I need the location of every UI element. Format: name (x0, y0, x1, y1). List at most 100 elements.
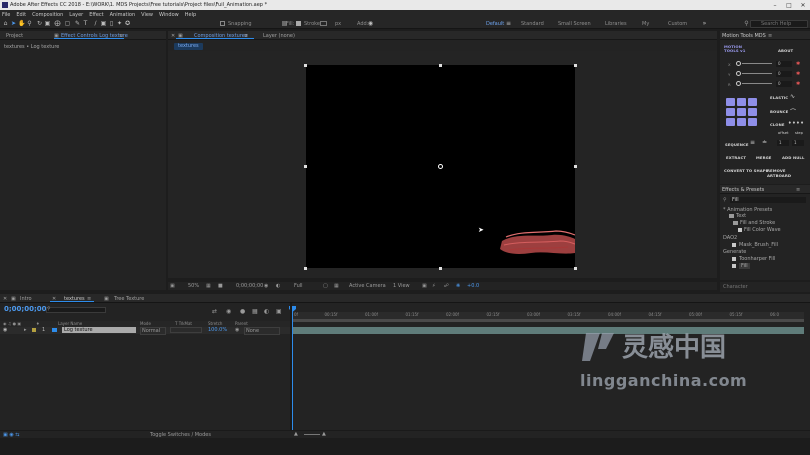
viewer-timecode[interactable]: 0;00;00;00 (236, 283, 263, 289)
motion-tools-tab-title[interactable]: Motion Tools MDS (722, 33, 766, 39)
workspace-my[interactable]: My (642, 21, 649, 27)
tab-layer[interactable]: Layer (none) (263, 33, 295, 39)
sequence-stairs-icon[interactable]: ≡ (750, 139, 755, 146)
anchor-grid-tc[interactable] (737, 98, 746, 106)
column-trkmat[interactable]: T TrkMat (175, 321, 192, 326)
zoom-out-icon[interactable]: ▲ (294, 431, 298, 437)
convert-to-shape-button[interactable]: CONVERT TO SHAPE (724, 168, 768, 173)
transform-handle-tl[interactable] (304, 64, 307, 67)
tree-item-dao2[interactable]: DAO2 (723, 235, 737, 241)
r-slider-knob[interactable] (736, 81, 741, 86)
menu-item-view[interactable]: View (141, 12, 153, 18)
motion-blur-icon[interactable]: ◐ (264, 308, 269, 315)
workspace-default[interactable]: Default (486, 21, 504, 27)
layer-name[interactable]: Log texture (62, 327, 136, 333)
elastic-button[interactable]: ELASTIC (770, 95, 788, 100)
menu-item-composition[interactable]: Composition (32, 12, 63, 18)
add-null-button[interactable]: ADD NULL (782, 155, 804, 160)
workspace-menu-icon[interactable]: ≡ (505, 20, 512, 27)
channel-icon[interactable]: ◐ (276, 283, 280, 289)
layer-stretch-value[interactable]: 100.0% (208, 327, 227, 333)
layer-row[interactable]: ◉ ▸ 1 Log texture Normal 100.0% ◉ None (0, 327, 290, 335)
rectangle-tool-icon[interactable]: ▢ (64, 20, 71, 27)
fast-preview-icon[interactable]: ⚡ (432, 283, 436, 289)
tab-project[interactable]: Project (6, 33, 23, 39)
eraser-tool-icon[interactable]: ▯ (108, 20, 115, 27)
transform-handle-bc[interactable] (439, 267, 442, 270)
add-menu-icon[interactable]: ◉ (367, 20, 374, 27)
anchor-grid-mr[interactable] (748, 108, 757, 116)
views-dropdown[interactable]: 1 View (393, 283, 410, 289)
anchor-grid-tr[interactable] (748, 98, 757, 106)
tree-item-generate[interactable]: Generate (723, 249, 746, 255)
step-value-field[interactable]: 1 (792, 140, 804, 146)
close-icon[interactable]: ✕ (796, 0, 810, 10)
pen-tool-icon[interactable]: ✎ (74, 20, 81, 27)
search-help-input[interactable]: Search Help (750, 20, 808, 28)
resolution-dropdown[interactable]: Full (294, 283, 303, 289)
composition-close-icon[interactable]: ✕ (171, 33, 175, 39)
flowchart-icon[interactable]: ☍ (444, 283, 449, 289)
layer-expand-icon[interactable]: ▸ (24, 327, 27, 333)
clone-button[interactable]: CLONE (770, 122, 785, 127)
character-tab[interactable]: Character (723, 284, 748, 290)
transform-handle-tr[interactable] (574, 64, 577, 67)
menu-item-layer[interactable]: Layer (69, 12, 83, 18)
effects-presets-title[interactable]: Effects & Presets (722, 187, 764, 193)
bounce-button[interactable]: BOUNCE (770, 109, 788, 114)
tree-item-mask-brush-fill[interactable]: Mask_Brush_Fill (739, 242, 778, 248)
sequence-reverse-icon[interactable]: ≐ (762, 139, 767, 146)
home-icon[interactable]: ⌂ (2, 20, 9, 27)
motion-tools-menu-icon[interactable]: ≡ (768, 33, 772, 39)
y-reset-icon[interactable]: ✱ (796, 71, 800, 77)
workspace-standard[interactable]: Standard (521, 21, 544, 27)
x-slider-knob[interactable] (736, 61, 741, 66)
maximize-icon[interactable]: □ (782, 0, 796, 10)
fill-value-swatch[interactable] (296, 21, 301, 26)
x-value-field[interactable]: 0 (776, 61, 792, 67)
column-layer-name[interactable]: Layer Name (58, 321, 82, 326)
draft-3d-icon[interactable]: ◉ (226, 308, 231, 315)
column-parent[interactable]: Parent (235, 321, 248, 326)
current-time-indicator[interactable] (292, 308, 293, 434)
parent-pickwhip-icon[interactable]: ◉ (235, 327, 239, 333)
tree-item-fill-and-stroke[interactable]: Fill and Stroke (740, 220, 775, 226)
about-button[interactable]: ABOUT (778, 48, 793, 53)
y-slider-knob[interactable] (736, 71, 741, 76)
time-ruler[interactable]: 0f 00:15f 01:00f 01:15f 02:00f 02:15f 03:00f 03… (292, 312, 804, 319)
anchor-grid-ml[interactable] (726, 108, 735, 116)
graph-editor-icon[interactable]: ▣ (276, 308, 282, 315)
clone-stamp-tool-icon[interactable]: ▣ (100, 20, 107, 27)
shy-layers-icon[interactable]: ● (240, 308, 245, 315)
minimize-icon[interactable]: – (768, 0, 782, 10)
tab-tree-texture[interactable]: Tree Texture (114, 296, 144, 302)
offset-value-field[interactable]: 1 (777, 140, 789, 146)
rotate-tool-icon[interactable]: ↻ (36, 20, 43, 27)
video-visibility-icon[interactable]: ◉ (3, 327, 7, 333)
sequence-button[interactable]: SEQUENCE (725, 142, 749, 147)
snapshot-icon[interactable]: ◉ (264, 283, 268, 289)
anchor-grid-br[interactable] (748, 118, 757, 126)
timeline-timecode[interactable]: 0;00;00;00 (4, 305, 47, 313)
brush-tool-icon[interactable]: ∕ (92, 20, 99, 27)
transform-handle-tc[interactable] (439, 64, 442, 67)
layer-mode-dropdown[interactable]: Normal (140, 327, 166, 335)
menu-item-file[interactable]: File (2, 12, 10, 18)
workspace-small-screen[interactable]: Small Screen (558, 21, 591, 27)
effects-menu-icon[interactable]: ≡ (796, 187, 800, 193)
snapping-checkbox[interactable] (220, 21, 225, 26)
layer-label-swatch[interactable] (32, 328, 36, 332)
exposure-value[interactable]: +0.0 (467, 283, 479, 289)
tree-item-fill[interactable]: Fill (739, 263, 750, 269)
camera-dropdown[interactable]: Active Camera (349, 283, 386, 289)
zoom-tool-icon[interactable]: ⚲ (26, 20, 33, 27)
r-value-field[interactable]: 0 (776, 81, 792, 87)
anchor-point-icon[interactable] (438, 164, 443, 169)
frame-blending-icon[interactable]: ▦ (252, 308, 258, 315)
mask-visibility-icon[interactable]: ■ (218, 283, 223, 289)
workspace-libraries[interactable]: Libraries (605, 21, 627, 27)
pan-behind-tool-icon[interactable]: ⨁ (54, 20, 61, 27)
menu-item-effect[interactable]: Effect (89, 12, 103, 18)
remove-artboard-button[interactable]: REMOVE ARTBOARD (767, 168, 810, 178)
menu-item-window[interactable]: Window (159, 12, 179, 18)
